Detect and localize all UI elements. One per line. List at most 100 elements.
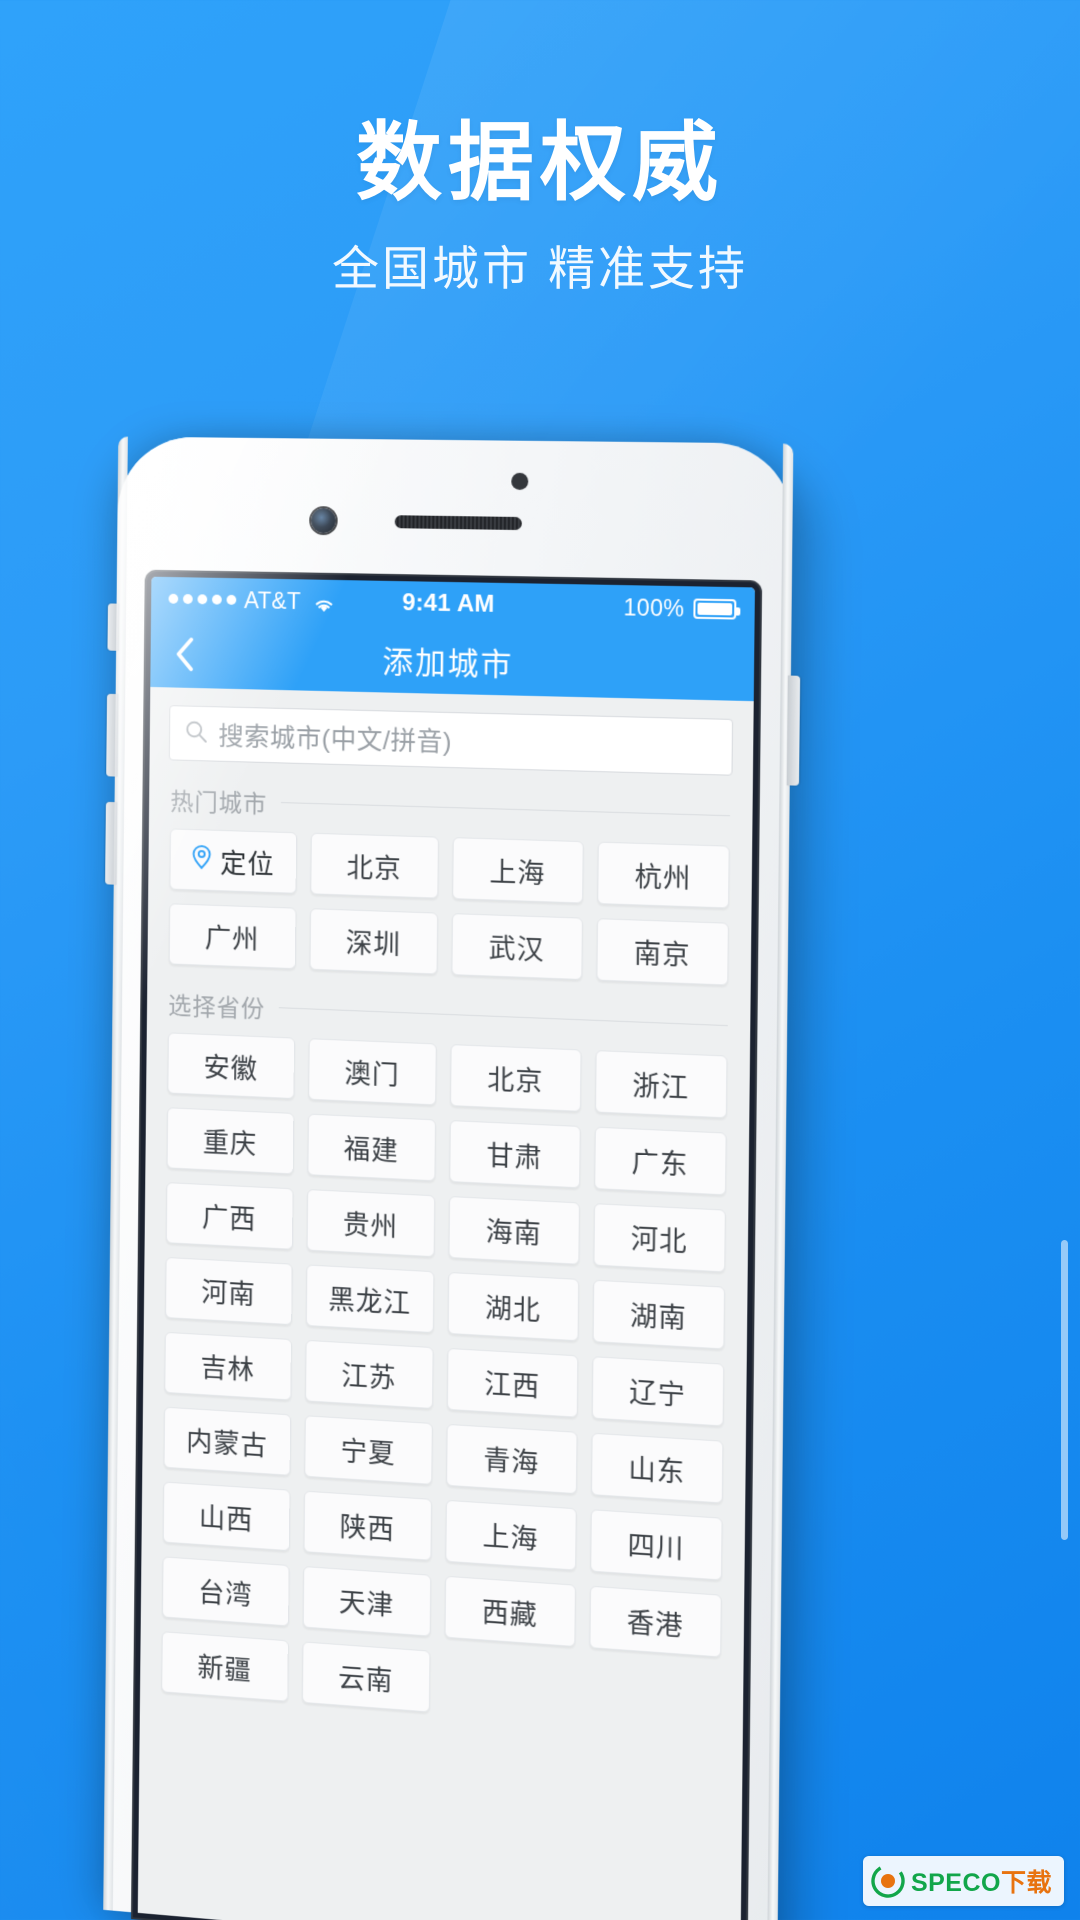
chip-label: 广州 xyxy=(204,922,260,955)
phone-edge-left xyxy=(103,436,128,1911)
chip-label: 甘肃 xyxy=(486,1140,543,1173)
province-chip-湖北[interactable]: 湖北 xyxy=(447,1271,579,1342)
province-chip-山东[interactable]: 山东 xyxy=(590,1432,724,1504)
chip-label: 内蒙古 xyxy=(186,1426,268,1461)
province-chip-新疆[interactable]: 新疆 xyxy=(161,1631,289,1702)
promo-subtitle: 全国城市 精准支持 xyxy=(331,242,749,296)
province-chip-贵州[interactable]: 贵州 xyxy=(306,1188,436,1258)
promo-title: 数据权威 xyxy=(356,115,724,211)
chip-label: 浙江 xyxy=(632,1070,690,1104)
promo-block: 数据权威 全国城市 精准支持 xyxy=(0,118,1080,299)
chip-label: 上海 xyxy=(489,856,546,889)
chip-label: 江西 xyxy=(484,1368,541,1402)
province-chip-青海[interactable]: 青海 xyxy=(446,1423,578,1495)
phone-silent-switch xyxy=(107,603,120,651)
search-placeholder: 搜索城市(中文/拼音) xyxy=(218,720,453,757)
province-chip-黑龙江[interactable]: 黑龙江 xyxy=(305,1264,435,1334)
phone-mockup: AT&T 9:41 AM 100% 添加城市 搜索城市(中文/拼音) 热门城市 … xyxy=(103,436,801,1920)
chip-label: 安徽 xyxy=(203,1052,259,1085)
hot-city-chip-上海[interactable]: 上海 xyxy=(452,837,584,904)
search-input[interactable]: 搜索城市(中文/拼音) xyxy=(168,705,734,776)
search-icon xyxy=(183,718,208,749)
chip-label: 福建 xyxy=(343,1133,399,1167)
chip-label: 山东 xyxy=(628,1453,686,1488)
chip-label: 台湾 xyxy=(198,1577,253,1611)
phone-edge-right xyxy=(766,443,794,1920)
hot-city-chip-深圳[interactable]: 深圳 xyxy=(308,908,439,975)
phone-volume-up-button xyxy=(106,693,119,777)
hot-city-chip-杭州[interactable]: 杭州 xyxy=(596,841,730,909)
watermark-text: SPECO下载 xyxy=(911,1863,1052,1899)
province-chip-海南[interactable]: 海南 xyxy=(448,1195,580,1265)
province-chip-宁夏[interactable]: 宁夏 xyxy=(303,1415,433,1485)
province-chip-广东[interactable]: 广东 xyxy=(593,1126,727,1196)
hot-city-chip-定位[interactable]: 定位 xyxy=(169,828,297,894)
province-chip-甘肃[interactable]: 甘肃 xyxy=(449,1120,581,1189)
province-chip-香港[interactable]: 香港 xyxy=(588,1585,722,1658)
province-chip-辽宁[interactable]: 辽宁 xyxy=(591,1356,725,1427)
province-chip-吉林[interactable]: 吉林 xyxy=(164,1331,292,1401)
chip-label: 湖北 xyxy=(484,1292,542,1326)
province-chip-河北[interactable]: 河北 xyxy=(592,1203,726,1273)
chip-label: 上海 xyxy=(482,1520,539,1555)
hot-city-chip-北京[interactable]: 北京 xyxy=(309,832,439,899)
provinces-label: 选择省份 xyxy=(168,992,266,1024)
chip-label: 深圳 xyxy=(345,927,402,960)
earpiece-speaker xyxy=(394,515,522,531)
chip-label: 杭州 xyxy=(634,861,692,894)
province-chip-广西[interactable]: 广西 xyxy=(165,1182,294,1250)
phone-screen: AT&T 9:41 AM 100% 添加城市 搜索城市(中文/拼音) 热门城市 … xyxy=(137,576,755,1920)
status-bar-clock: 9:41 AM xyxy=(402,589,495,618)
province-chip-北京[interactable]: 北京 xyxy=(450,1044,582,1112)
chip-label: 河南 xyxy=(201,1277,256,1310)
province-chip-云南[interactable]: 云南 xyxy=(301,1641,431,1713)
chip-label: 青海 xyxy=(483,1444,540,1479)
chip-label: 澳门 xyxy=(344,1058,400,1091)
battery-percent-label: 100% xyxy=(623,593,685,622)
province-chip-浙江[interactable]: 浙江 xyxy=(594,1050,728,1119)
proximity-sensor-icon xyxy=(511,472,529,491)
page-content: 搜索城市(中文/拼音) 热门城市 定位 北京 上海 杭州 广州 深圳 武汉 南京 选择省份 安… xyxy=(137,686,754,1920)
chip-label: 四川 xyxy=(627,1530,685,1565)
hot-city-chip-武汉[interactable]: 武汉 xyxy=(451,913,583,981)
province-chip-陕西[interactable]: 陕西 xyxy=(302,1490,433,1561)
chip-label: 湖南 xyxy=(629,1300,687,1334)
chip-label: 黑龙江 xyxy=(328,1283,412,1319)
chip-label: 贵州 xyxy=(342,1209,399,1242)
chip-label: 云南 xyxy=(338,1662,394,1697)
chip-label: 定位 xyxy=(220,848,275,880)
province-chip-安徽[interactable]: 安徽 xyxy=(167,1032,295,1100)
chip-label: 广东 xyxy=(631,1146,689,1180)
chip-label: 北京 xyxy=(346,852,402,884)
hot-city-chip-广州[interactable]: 广州 xyxy=(168,903,296,970)
chip-label: 重庆 xyxy=(202,1127,258,1160)
hot-city-chip-南京[interactable]: 南京 xyxy=(595,918,729,986)
province-chip-四川[interactable]: 四川 xyxy=(589,1509,723,1581)
province-chip-山西[interactable]: 山西 xyxy=(162,1481,290,1552)
province-chip-江苏[interactable]: 江苏 xyxy=(304,1339,434,1410)
location-pin-icon xyxy=(191,843,213,876)
province-chip-澳门[interactable]: 澳门 xyxy=(307,1038,437,1106)
status-bar-left: AT&T xyxy=(168,585,402,616)
province-chip-台湾[interactable]: 台湾 xyxy=(161,1556,290,1627)
divider xyxy=(278,1007,728,1027)
province-chip-西藏[interactable]: 西藏 xyxy=(444,1575,576,1648)
speco-logo-icon xyxy=(871,1864,905,1898)
page-scroll-indicator[interactable] xyxy=(1061,1240,1068,1540)
provinces-grid: 安徽 澳门 北京 浙江重庆 福建 甘肃 广东广西 贵州 海南 河北河南 黑龙江 湖北 湖南吉林 江苏 江西 辽… xyxy=(140,1026,750,1737)
chip-label: 天津 xyxy=(338,1586,395,1621)
back-button[interactable] xyxy=(150,620,220,689)
province-chip-天津[interactable]: 天津 xyxy=(302,1565,432,1637)
province-chip-内蒙古[interactable]: 内蒙古 xyxy=(163,1406,291,1476)
province-chip-重庆[interactable]: 重庆 xyxy=(166,1107,294,1175)
province-chip-河南[interactable]: 河南 xyxy=(165,1256,293,1326)
chip-label: 北京 xyxy=(487,1064,544,1097)
province-chip-江西[interactable]: 江西 xyxy=(446,1347,578,1418)
province-chip-湖南[interactable]: 湖南 xyxy=(592,1279,726,1350)
chip-label: 辽宁 xyxy=(629,1376,687,1411)
chip-label: 河北 xyxy=(630,1223,688,1257)
province-chip-福建[interactable]: 福建 xyxy=(306,1113,436,1182)
province-chip-上海[interactable]: 上海 xyxy=(445,1499,577,1571)
chip-label: 海南 xyxy=(485,1216,542,1250)
wifi-icon xyxy=(312,592,336,612)
